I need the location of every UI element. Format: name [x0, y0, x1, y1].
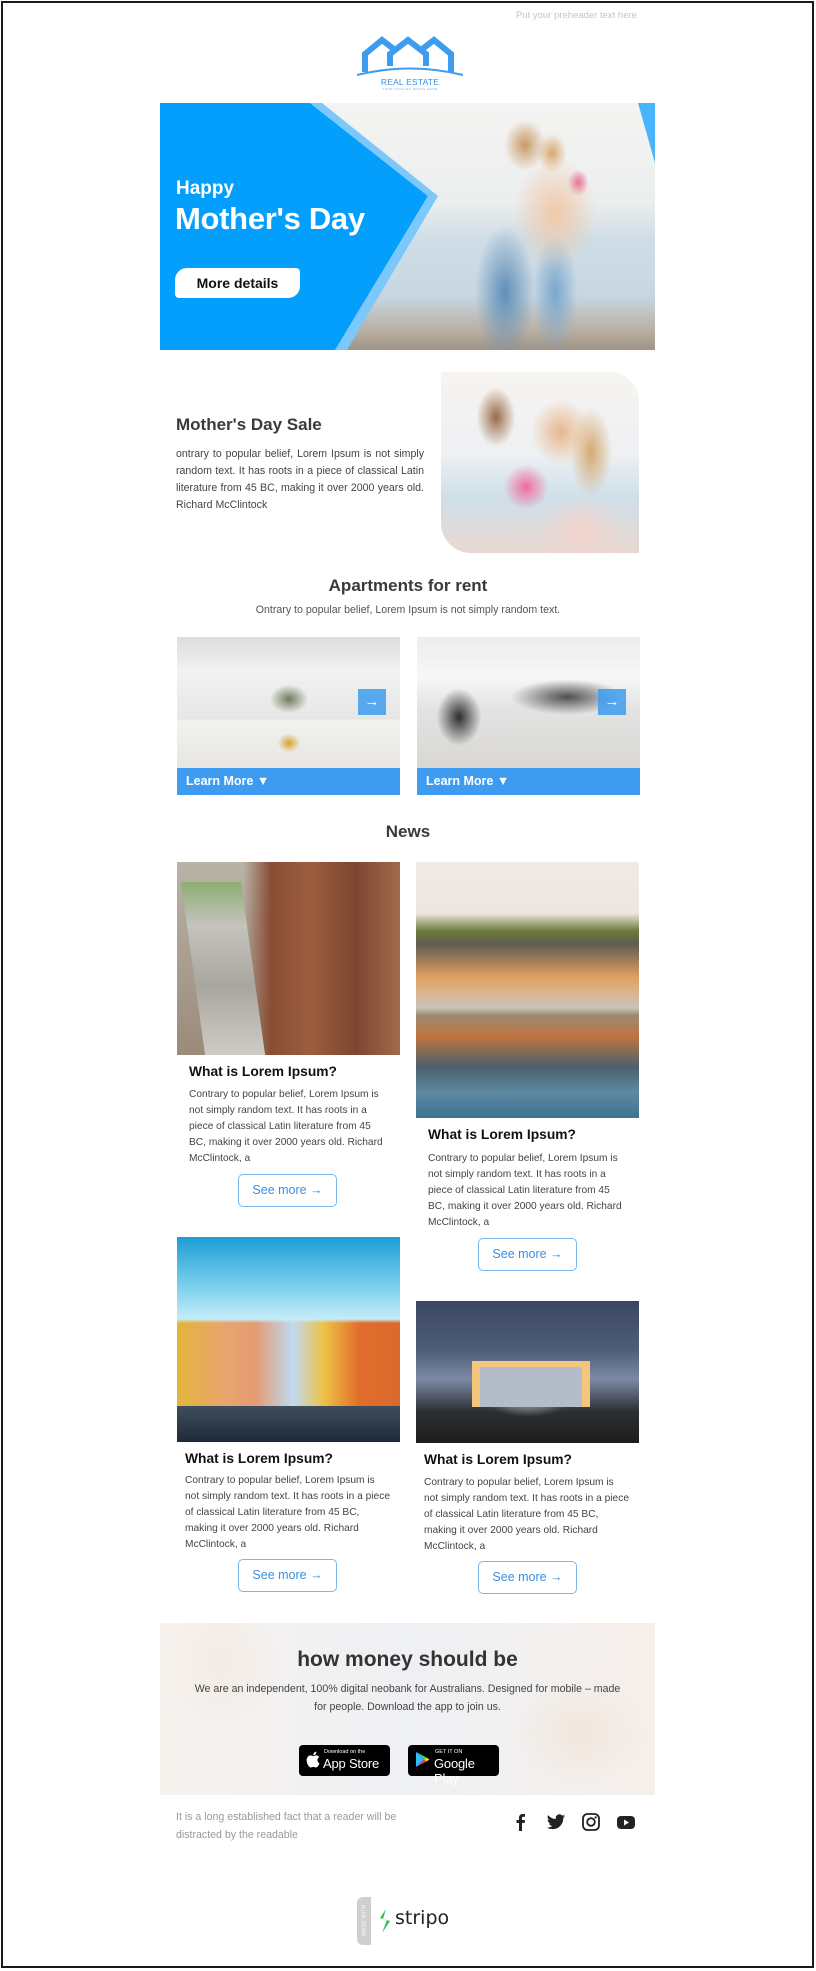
instagram-icon[interactable] [581, 1812, 601, 1832]
news-text: Contrary to popular belief, Lorem Ipsum … [424, 1477, 629, 1552]
made-with-tab: MADE WITH [357, 1897, 371, 1945]
sale-title: Mother's Day Sale [176, 415, 322, 434]
news-text: Contrary to popular belief, Lorem Ipsum … [185, 1475, 390, 1550]
twitter-icon[interactable] [546, 1812, 566, 1832]
more-details-button[interactable]: More details [175, 268, 300, 298]
news-image[interactable] [416, 1301, 639, 1443]
promo-title: how money should be [297, 1648, 518, 1671]
sale-image [441, 372, 639, 553]
houses-icon [356, 36, 464, 76]
logo-tagline: YOUR TAGLINE SPACE HERE [382, 87, 438, 91]
apple-icon [306, 1751, 320, 1768]
apartments-title: Apartments for rent [328, 576, 488, 595]
logo-title: REAL ESTATE [380, 77, 440, 87]
google-play-button[interactable]: GET IT ON Google Play [408, 1745, 499, 1786]
news-heading[interactable]: What is Lorem Ipsum? [189, 1064, 337, 1079]
hero-title: Mother's Day [175, 201, 365, 236]
app-promo-section: how money should be We are an independen… [160, 1623, 655, 1795]
promo-text: We are an independent, 100% digital neob… [194, 1683, 621, 1713]
news-heading[interactable]: What is Lorem Ipsum? [185, 1451, 333, 1466]
news-image[interactable] [416, 862, 639, 1118]
app-store-big: App Store [323, 1756, 380, 1771]
app-store-button[interactable]: Download on the App Store [299, 1745, 390, 1776]
preheader-text: Put your preheader text here [516, 10, 637, 21]
news-text: Contrary to popular belief, Lorem Ipsum … [189, 1089, 383, 1164]
arrow-right-icon[interactable]: → [358, 689, 386, 715]
news-heading[interactable]: What is Lorem Ipsum? [428, 1127, 576, 1142]
google-play-big: Google Play [434, 1756, 475, 1786]
youtube-icon[interactable] [616, 1812, 636, 1832]
google-play-small: GET IT ON [435, 1749, 463, 1755]
arrow-right-icon[interactable]: → [598, 689, 626, 715]
hero-kicker: Happy [176, 178, 235, 199]
see-more-button[interactable]: See more → [238, 1174, 337, 1207]
see-more-button[interactable]: See more → [478, 1561, 577, 1594]
see-more-button[interactable]: See more → [478, 1238, 577, 1271]
google-play-icon [416, 1752, 430, 1767]
learn-more-button[interactable]: Learn More ▼ [417, 768, 640, 795]
news-heading[interactable]: What is Lorem Ipsum? [424, 1452, 572, 1467]
apartments-subtitle: Ontrary to popular belief, Lorem Ipsum i… [255, 604, 561, 616]
learn-more-button[interactable]: Learn More ▼ [177, 768, 400, 795]
stripo-logo-icon [380, 1909, 390, 1933]
facebook-icon[interactable] [511, 1812, 531, 1832]
made-with-stripo-badge[interactable]: MADE WITH stripo [357, 1897, 453, 1945]
news-title: News [385, 822, 431, 841]
footer-text: It is a long established fact that a rea… [176, 1811, 397, 1841]
app-store-small: Download on the [324, 1749, 366, 1755]
see-more-button[interactable]: See more → [238, 1559, 337, 1592]
news-image[interactable] [177, 862, 400, 1055]
apartment-card[interactable]: → Learn More ▼ [177, 637, 400, 795]
news-image[interactable] [177, 1237, 400, 1442]
stripo-wordmark: stripo [395, 1907, 450, 1929]
sale-text: ontrary to popular belief, Lorem Ipsum i… [176, 448, 424, 511]
logo[interactable]: REAL ESTATE YOUR TAGLINE SPACE HERE [355, 36, 465, 92]
apartment-card[interactable]: → Learn More ▼ [417, 637, 640, 795]
hero-banner[interactable]: Happy Mother's Day More details [160, 103, 655, 350]
news-text: Contrary to popular belief, Lorem Ipsum … [428, 1153, 622, 1228]
